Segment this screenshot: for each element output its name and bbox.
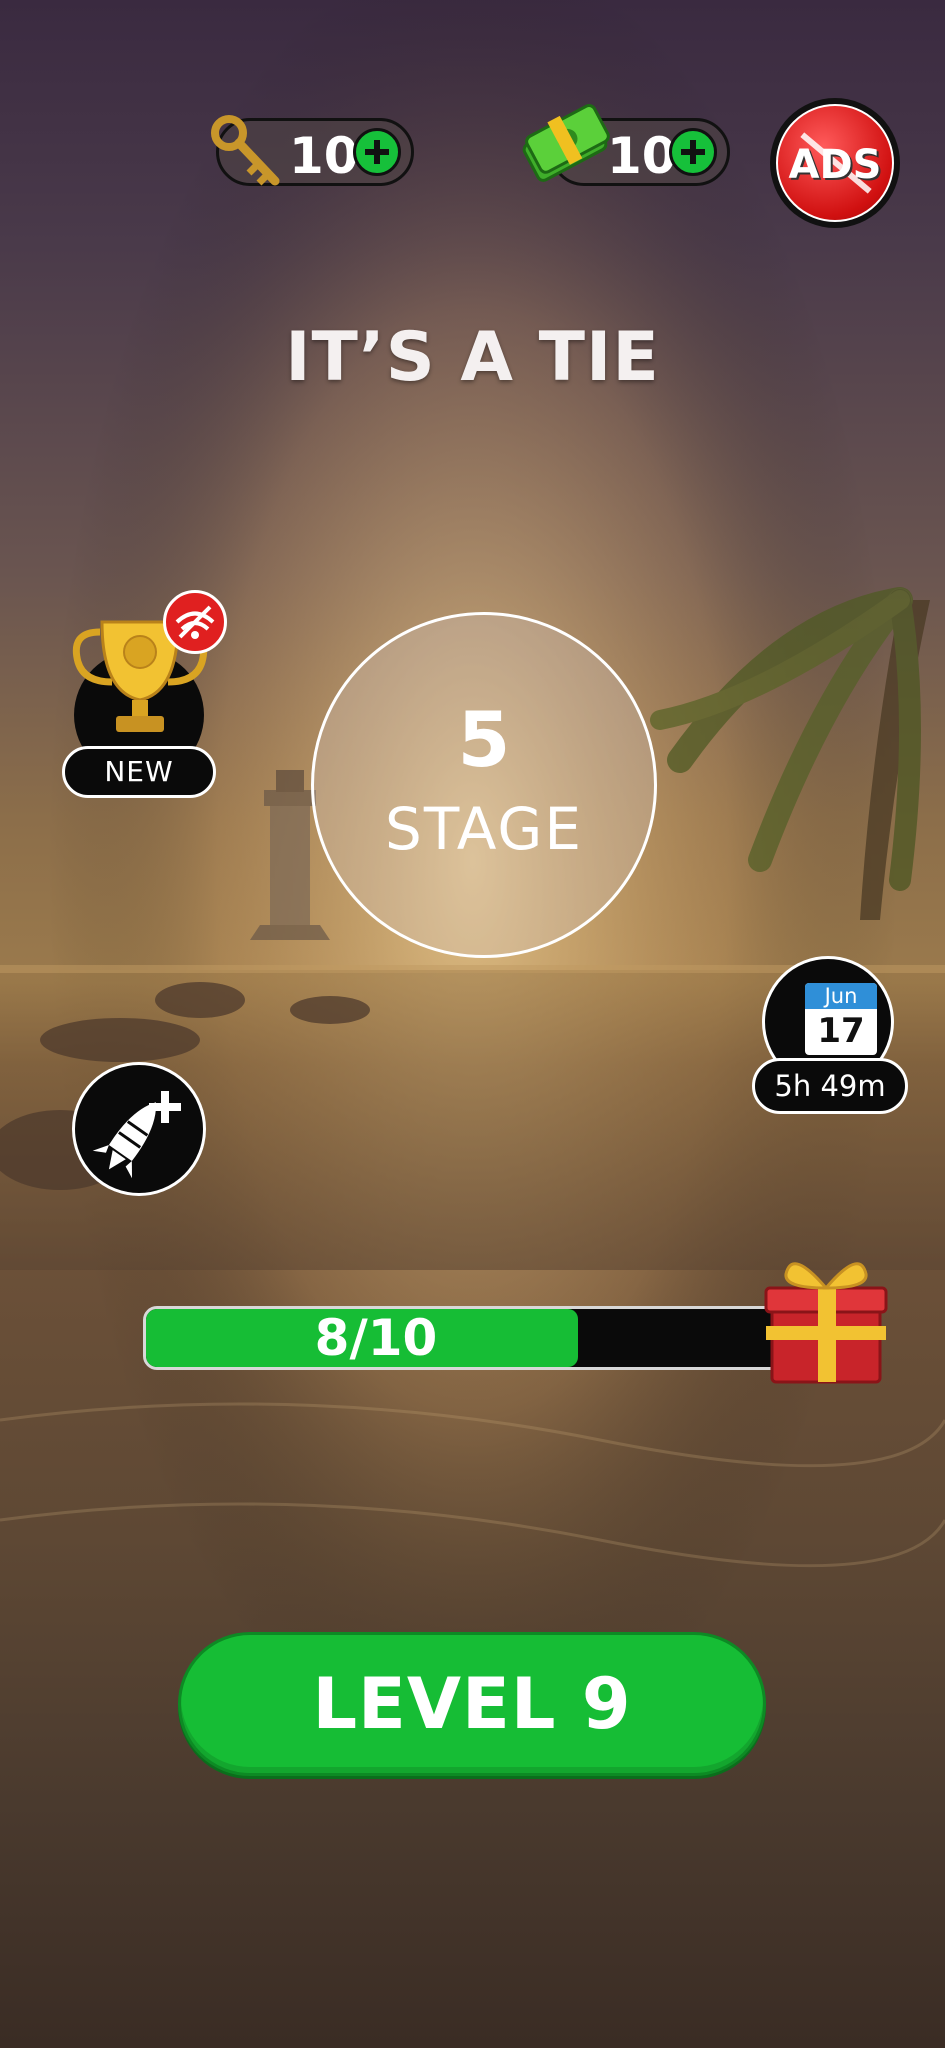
calendar-month: Jun: [805, 983, 877, 1009]
result-title: IT’S A TIE: [285, 318, 660, 397]
add-keys-button[interactable]: [353, 128, 401, 176]
keys-count: 10: [289, 127, 359, 185]
rocket-plus-icon: [92, 1091, 181, 1179]
trophy-button[interactable]: NEW: [62, 590, 232, 800]
cash-counter[interactable]: 10: [522, 104, 730, 186]
calendar-day: 17: [817, 1011, 865, 1051]
remove-ads-button[interactable]: ADS: [770, 98, 900, 228]
stage-indicator: 5 STAGE: [311, 612, 657, 958]
key-icon: [211, 115, 280, 186]
keys-counter[interactable]: 10: [211, 115, 414, 186]
progress-text: 8/10: [314, 1309, 438, 1367]
level-progress-bar: 8/10: [143, 1306, 803, 1370]
calendar-icon: Jun 17: [805, 983, 877, 1055]
stage-label: STAGE: [385, 795, 583, 863]
ads-label: ADS: [788, 142, 882, 188]
daily-timer: 5h 49m: [752, 1058, 908, 1114]
gift-icon[interactable]: [762, 1248, 890, 1388]
booster-button[interactable]: [72, 1062, 206, 1196]
cash-count: 10: [607, 127, 677, 185]
no-ads-icon: ADS: [776, 104, 894, 222]
wifi-off-icon: [163, 590, 227, 654]
add-cash-button[interactable]: [669, 128, 717, 176]
play-level-button[interactable]: LEVEL 9: [178, 1632, 766, 1776]
daily-challenge-button[interactable]: Jun 17 5h 49m: [752, 956, 912, 1116]
trophy-new-label: NEW: [62, 746, 216, 798]
stage-number: 5: [457, 695, 511, 784]
cash-icon: [522, 104, 610, 182]
